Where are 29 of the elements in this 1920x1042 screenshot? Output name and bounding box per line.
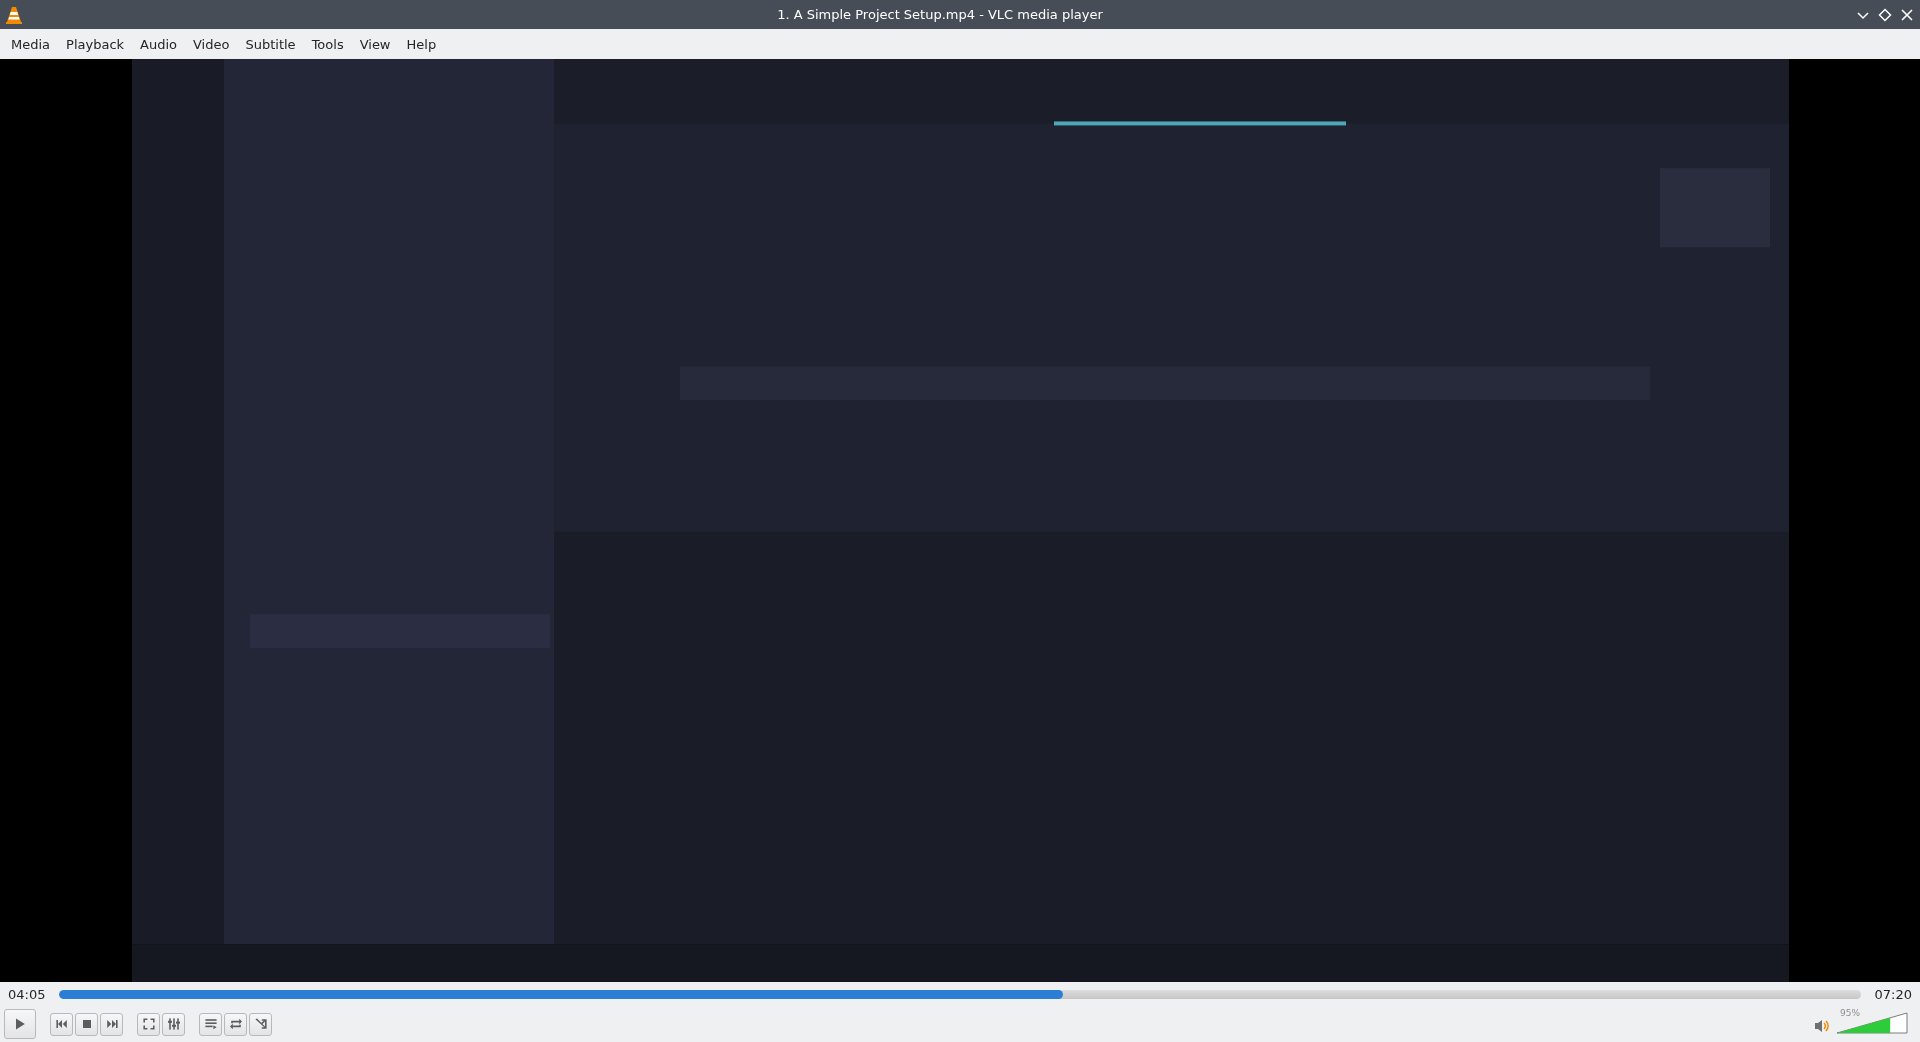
menu-item[interactable]: Help: [398, 33, 445, 55]
elapsed-time: 04:05: [8, 986, 46, 1002]
menu-item[interactable]: Playback: [58, 33, 133, 55]
total-time: 07:20: [1874, 986, 1912, 1002]
menu-item[interactable]: Subtitle: [237, 33, 304, 55]
loop-button[interactable]: [224, 1012, 247, 1036]
seek-bar[interactable]: [59, 989, 1861, 999]
menu-item[interactable]: Audio: [132, 33, 185, 55]
fullscreen-icon: [140, 1016, 157, 1032]
fullscreen-button[interactable]: [137, 1012, 160, 1036]
window-title: 1. A Simple Project Setup.mp4 - VLC media player: [776, 7, 1104, 22]
menu-item[interactable]: Media: [3, 33, 59, 55]
playlist-icon: [202, 1016, 219, 1032]
close-icon[interactable]: [1900, 7, 1914, 22]
menu-item[interactable]: View: [351, 33, 399, 55]
shuffle-button[interactable]: [249, 1012, 272, 1036]
play-button[interactable]: [4, 1009, 36, 1039]
menu-item[interactable]: Tools: [303, 33, 352, 55]
playlist-button[interactable]: [199, 1012, 222, 1036]
traffic-cone-icon: [6, 5, 22, 24]
loop-icon: [227, 1016, 244, 1032]
stop-button[interactable]: [75, 1012, 98, 1036]
equalizer-button[interactable]: [162, 1012, 185, 1036]
maximize-icon[interactable]: [1878, 7, 1892, 22]
speaker-icon[interactable]: [1814, 1018, 1830, 1034]
next-button[interactable]: [100, 1012, 123, 1036]
previous-button[interactable]: [50, 1012, 73, 1036]
sliders-icon: [165, 1016, 182, 1032]
menu-item[interactable]: Video: [185, 33, 238, 55]
